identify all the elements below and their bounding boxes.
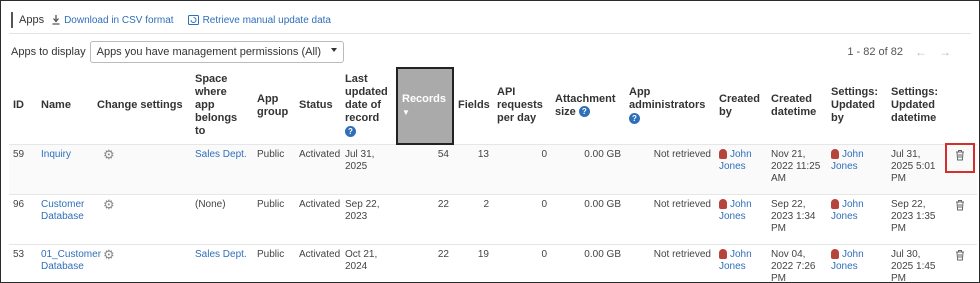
apps-filter: Apps to display Apps you have management…	[11, 41, 344, 63]
avatar	[719, 198, 727, 209]
cell-api: 0	[493, 143, 551, 194]
cell-status: Activated	[295, 193, 341, 244]
col-app-admins[interactable]: App administrators ?	[625, 68, 715, 144]
app-name-link[interactable]: Customer Database	[41, 199, 84, 222]
retrieve-update-data-link[interactable]: Retrieve manual update data	[187, 14, 331, 26]
page-title: Apps	[19, 14, 45, 26]
trash-icon[interactable]	[951, 199, 969, 217]
chevron-down-icon	[331, 48, 337, 52]
help-icon[interactable]: ?	[629, 112, 640, 124]
cell-last-updated: Jul 31, 2025	[341, 143, 397, 194]
avatar	[831, 148, 839, 159]
cell-records: 22	[397, 243, 453, 282]
cell-group: Public	[253, 243, 295, 282]
download-icon	[52, 15, 60, 25]
cell-updated: Jul 30, 2025 1:45 PM	[887, 243, 947, 282]
col-id[interactable]: ID	[9, 68, 37, 144]
cell-updated: Jul 31, 2025 5:01 PM	[887, 143, 947, 194]
help-icon[interactable]: ?	[345, 125, 356, 137]
col-app-admins-label: App administrators	[629, 86, 706, 112]
table-row: 53 01_Customer Database ⚙ Sales Dept. Pu…	[9, 243, 977, 282]
apps-panel: Apps Download in CSV format Retrieve man…	[0, 0, 980, 283]
gear-icon[interactable]: ⚙	[103, 248, 115, 261]
pagination-text: 1 - 82 of 82	[847, 46, 903, 58]
col-change-settings: Change settings	[97, 99, 183, 112]
col-last-updated-label: Last updated date of record	[345, 73, 388, 125]
select-value: Apps you have management permissions (Al…	[96, 46, 321, 58]
cell-attachment: 0.00 GB	[551, 193, 625, 244]
help-icon[interactable]: ?	[578, 106, 590, 118]
cell-status: Activated	[295, 243, 341, 282]
cell-fields: 19	[453, 243, 493, 282]
cell-attachment: 0.00 GB	[551, 143, 625, 194]
cell-attachment: 0.00 GB	[551, 243, 625, 282]
cell-admins: Not retrieved	[625, 193, 715, 244]
avatar	[719, 248, 727, 259]
col-settings-updated-by[interactable]: Settings: Updated by	[827, 68, 887, 144]
retrieve-update-label: Retrieve manual update data	[202, 14, 331, 26]
gear-icon[interactable]: ⚙	[103, 148, 115, 161]
col-space[interactable]: Space where app belongs to	[191, 68, 253, 144]
cell-api: 0	[493, 243, 551, 282]
apps-to-display-label: Apps to display	[11, 46, 86, 58]
col-fields[interactable]: Fields	[453, 68, 493, 144]
header-divider	[9, 33, 971, 34]
col-app-group[interactable]: App group	[253, 68, 295, 144]
col-created-by[interactable]: Created by	[715, 68, 767, 144]
trash-icon[interactable]	[951, 249, 969, 267]
col-last-updated[interactable]: Last updated date of record ?	[341, 68, 397, 144]
cell-id: 96	[9, 193, 37, 244]
cell-group: Public	[253, 193, 295, 244]
refresh-icon	[187, 15, 199, 25]
cell-fields: 2	[453, 193, 493, 244]
cell-space: (None)	[191, 193, 253, 244]
col-created-datetime[interactable]: Created datetime	[767, 68, 827, 144]
apps-table: ID Name Change settings Space where app …	[9, 67, 977, 282]
cell-records: 22	[397, 193, 453, 244]
cell-id: 53	[9, 243, 37, 282]
col-status[interactable]: Status	[295, 68, 341, 144]
gear-icon[interactable]: ⚙	[103, 198, 115, 211]
col-records-label: Records	[402, 93, 447, 105]
col-attachment[interactable]: Attachment size ?	[551, 68, 625, 144]
cell-admins: Not retrieved	[625, 243, 715, 282]
cell-last-updated: Oct 21, 2024	[341, 243, 397, 282]
prev-page-icon[interactable]: ←	[915, 45, 927, 59]
cell-fields: 13	[453, 143, 493, 194]
col-settings-updated-datetime[interactable]: Settings: Updated datetime	[887, 68, 947, 144]
cell-api: 0	[493, 193, 551, 244]
space-link[interactable]: Sales Dept.	[195, 149, 247, 160]
apps-to-display-select[interactable]: Apps you have management permissions (Al…	[89, 41, 344, 63]
next-page-icon[interactable]: →	[939, 45, 951, 59]
table-row: 96 Customer Database ⚙ (None) Public Act…	[9, 193, 977, 244]
download-csv-link[interactable]: Download in CSV format	[52, 15, 174, 26]
cell-created: Nov 21, 2022 11:25 AM	[767, 143, 827, 194]
download-csv-label: Download in CSV format	[64, 14, 174, 26]
cell-group: Public	[253, 143, 295, 194]
apps-header: Apps Download in CSV format Retrieve man…	[11, 11, 345, 29]
cell-last-updated: Sep 22, 2023	[341, 193, 397, 244]
cell-created: Sep 22, 2023 1:34 PM	[767, 193, 827, 244]
title-accent-bar	[11, 12, 13, 28]
avatar	[831, 248, 839, 259]
col-name[interactable]: Name	[37, 68, 93, 144]
trash-icon[interactable]	[945, 142, 975, 173]
table-row: 59 Inquiry ⚙ Sales Dept. Public Activate…	[9, 142, 977, 194]
space-link[interactable]: Sales Dept.	[195, 249, 247, 260]
pagination: 1 - 82 of 82 ← →	[847, 45, 951, 59]
cell-created: Nov 04, 2022 7:26 PM	[767, 243, 827, 282]
app-name-link[interactable]: Inquiry	[41, 149, 71, 160]
col-api-requests[interactable]: API requests per day	[493, 68, 551, 144]
avatar	[831, 198, 839, 209]
col-delete	[947, 68, 977, 144]
col-records[interactable]: Records ▼	[396, 67, 454, 145]
sort-desc-icon: ▼	[402, 108, 410, 117]
cell-admins: Not retrieved	[625, 143, 715, 194]
avatar	[719, 148, 727, 159]
cell-updated: Sep 22, 2023 1:35 PM	[887, 193, 947, 244]
cell-records: 54	[397, 143, 453, 194]
cell-status: Activated	[295, 143, 341, 194]
cell-id: 59	[9, 143, 37, 194]
